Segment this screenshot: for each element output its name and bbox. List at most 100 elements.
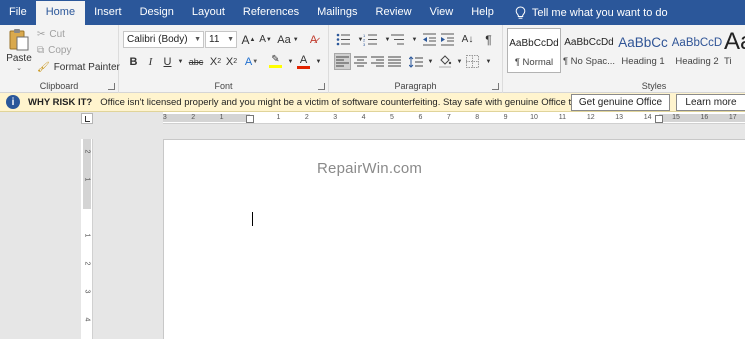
multilevel-list-icon — [391, 34, 404, 45]
ruler-tick-label: 14 — [643, 114, 652, 121]
tab-help[interactable]: Help — [462, 0, 503, 25]
shrink-font-button[interactable]: A ▼ — [257, 31, 274, 48]
vertical-ruler[interactable]: 2 1 1 2 3 4 — [81, 139, 93, 339]
numbering-button[interactable]: 123 — [362, 31, 379, 48]
show-paragraph-marks-button[interactable]: ¶ — [480, 31, 497, 48]
grow-font-icon: A — [241, 32, 250, 47]
underline-icon: U — [163, 55, 172, 68]
tell-me-box[interactable]: Tell me what you want to do — [503, 0, 668, 25]
vertical-ruler-tick-label: 4 — [83, 317, 91, 322]
font-color-icon: A — [299, 53, 308, 66]
tab-file[interactable]: File — [0, 0, 36, 25]
left-margin-shade — [163, 114, 250, 122]
style-heading-2[interactable]: AaBbCcD Heading 2 — [670, 28, 724, 73]
ribbon-tab-bar: File Home Insert Design Layout Reference… — [0, 0, 745, 25]
font-group-label: Font — [214, 81, 233, 91]
increase-indent-icon — [441, 33, 454, 46]
tab-review[interactable]: Review — [367, 0, 421, 25]
ruler-tick-label: 3 — [333, 114, 338, 121]
style-title-sample: Aa — [724, 28, 745, 55]
tab-design[interactable]: Design — [131, 0, 183, 25]
text-effects-button[interactable]: A ▼ — [243, 53, 260, 70]
cut-button[interactable]: ✂ Cut — [37, 29, 65, 40]
style-normal[interactable]: AaBbCcDd ¶ Normal — [507, 28, 561, 73]
borders-icon — [466, 55, 479, 68]
get-genuine-office-button[interactable]: Get genuine Office — [571, 94, 670, 111]
superscript-button[interactable]: X2 — [223, 53, 240, 70]
align-right-button[interactable] — [369, 53, 386, 70]
dialog-launcher-icon[interactable] — [492, 83, 499, 90]
horizontal-ruler[interactable]: 3 2 1 1 2 3 4 5 6 7 8 9 10 11 12 13 14 15 16 17 — [163, 112, 745, 124]
ruler-tick-label: 9 — [503, 114, 508, 121]
ruler-tick-label: 2 — [191, 114, 196, 121]
copy-icon: ⧉ — [37, 45, 45, 56]
change-case-button[interactable]: Aa ▼ — [276, 31, 300, 48]
ruler-tick-label: 11 — [558, 114, 567, 121]
change-case-icon: Aa — [277, 33, 291, 46]
paragraph-group: ▼ 123 ▼ ▼ A↓ ¶ ▼ ▼ ▼ Paragraph — [329, 25, 503, 93]
style-title[interactable]: Aa Ti — [724, 28, 745, 73]
vertical-ruler-tick-label: 2 — [83, 261, 91, 266]
increase-indent-button[interactable] — [439, 31, 456, 48]
subscript-button[interactable]: X2 — [207, 53, 224, 70]
warning-title: WHY RISK IT? — [28, 96, 93, 108]
tell-me-label: Tell me what you want to do — [531, 6, 668, 19]
multilevel-list-button[interactable] — [389, 31, 406, 48]
clear-formatting-icon: A̷ — [309, 33, 318, 46]
font-size-box[interactable]: 11 ▼ — [205, 31, 237, 48]
tab-mailings[interactable]: Mailings — [308, 0, 366, 25]
style-heading-1-sample: AaBbCc — [618, 35, 668, 50]
style-heading-1[interactable]: AaBbCc Heading 1 — [616, 28, 670, 73]
tab-references[interactable]: References — [234, 0, 308, 25]
vertical-ruler-tick-label: 1 — [83, 233, 91, 238]
ruler-tick-label: 12 — [586, 114, 595, 121]
line-spacing-icon — [408, 55, 423, 68]
bullets-button[interactable] — [335, 31, 352, 48]
tab-insert[interactable]: Insert — [85, 0, 131, 25]
tab-home[interactable]: Home — [35, 1, 86, 25]
chevron-down-icon: ⌄ — [16, 65, 22, 72]
font-group: Calibri (Body) ▼ 11 ▼ A ▲ A ▼ Aa ▼ A̷ B I U… — [119, 25, 329, 93]
font-name-box[interactable]: Calibri (Body) ▼ — [123, 31, 204, 48]
svg-text:3: 3 — [363, 42, 366, 46]
clear-formatting-button[interactable]: A̷ — [305, 31, 322, 48]
italic-icon: I — [148, 55, 153, 68]
borders-button[interactable] — [464, 53, 481, 70]
justify-button[interactable] — [386, 53, 403, 70]
dialog-launcher-icon[interactable] — [108, 83, 115, 90]
italic-button[interactable]: I — [142, 53, 159, 70]
decrease-indent-button[interactable] — [421, 31, 438, 48]
document-page[interactable]: RepairWin.com — [163, 139, 745, 339]
ruler-tick-label: 10 — [530, 114, 538, 121]
ruler-tick-label: 8 — [475, 114, 480, 121]
paste-button[interactable]: Paste ⌄ — [3, 27, 35, 73]
vertical-ruler-tick-label: 3 — [83, 289, 91, 294]
word-window: File Home Insert Design Layout Reference… — [0, 0, 745, 339]
grow-font-button[interactable]: A ▲ — [240, 31, 257, 48]
align-center-button[interactable] — [352, 53, 369, 70]
learn-more-button[interactable]: Learn more — [676, 94, 745, 111]
text-cursor — [252, 212, 253, 226]
tab-layout[interactable]: Layout — [183, 0, 234, 25]
bold-button[interactable]: B — [125, 53, 142, 70]
copy-button[interactable]: ⧉ Copy — [37, 45, 72, 56]
align-left-button[interactable] — [334, 53, 351, 70]
sort-button[interactable]: A↓ — [459, 31, 476, 48]
clipboard-group-label: Clipboard — [39, 81, 79, 91]
license-warning-bar: i WHY RISK IT? Office isn't licensed pro… — [0, 93, 745, 112]
dialog-launcher-icon[interactable] — [318, 83, 325, 90]
indent-marker-icon[interactable] — [246, 115, 254, 123]
tab-view[interactable]: View — [421, 0, 463, 25]
style-no-spacing[interactable]: AaBbCcDd ¶ No Spac... — [562, 28, 616, 73]
lightbulb-icon — [515, 5, 526, 19]
chevron-down-icon[interactable]: ▼ — [480, 53, 497, 70]
strikethrough-button[interactable]: abc — [185, 53, 207, 70]
paintbrush-icon: 🖌 — [37, 62, 50, 73]
tab-selector[interactable] — [81, 113, 93, 124]
format-painter-button[interactable]: 🖌 Format Painter — [37, 62, 120, 73]
chevron-down-icon: ▼ — [227, 36, 234, 43]
chevron-down-icon[interactable]: ▼ — [310, 53, 327, 70]
styles-group-label: Styles — [641, 81, 667, 91]
style-title-name: Ti — [724, 56, 732, 67]
right-indent-marker-icon[interactable] — [655, 115, 663, 123]
